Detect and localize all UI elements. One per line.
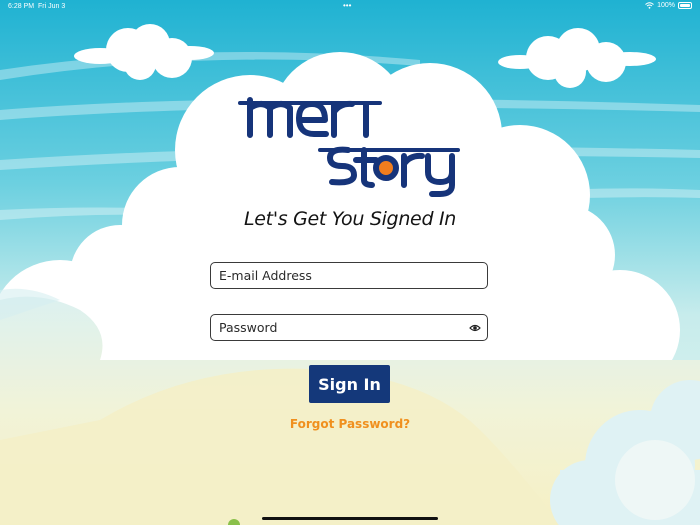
status-bar: 6:28 PM Fri Jun 3 ••• 100% [0, 0, 700, 14]
eye-icon[interactable] [469, 322, 481, 334]
wifi-icon [645, 2, 654, 9]
forgot-password-link[interactable]: Forgot Password? [250, 417, 450, 431]
sign-in-button[interactable]: Sign In [309, 365, 390, 403]
email-field[interactable] [210, 262, 488, 289]
battery-percent: 100% [657, 2, 675, 9]
status-time: 6:28 PM [8, 3, 35, 10]
status-right: 100% [645, 2, 692, 9]
page-title: Let's Get You Signed In [244, 208, 456, 230]
home-indicator[interactable] [262, 517, 438, 520]
battery-icon [678, 2, 692, 9]
email-input[interactable] [219, 263, 469, 288]
password-field[interactable] [210, 314, 488, 341]
password-input[interactable] [219, 315, 469, 340]
multitask-dots-icon[interactable]: ••• [343, 1, 351, 10]
status-date: Fri Jun 3 [38, 3, 66, 10]
